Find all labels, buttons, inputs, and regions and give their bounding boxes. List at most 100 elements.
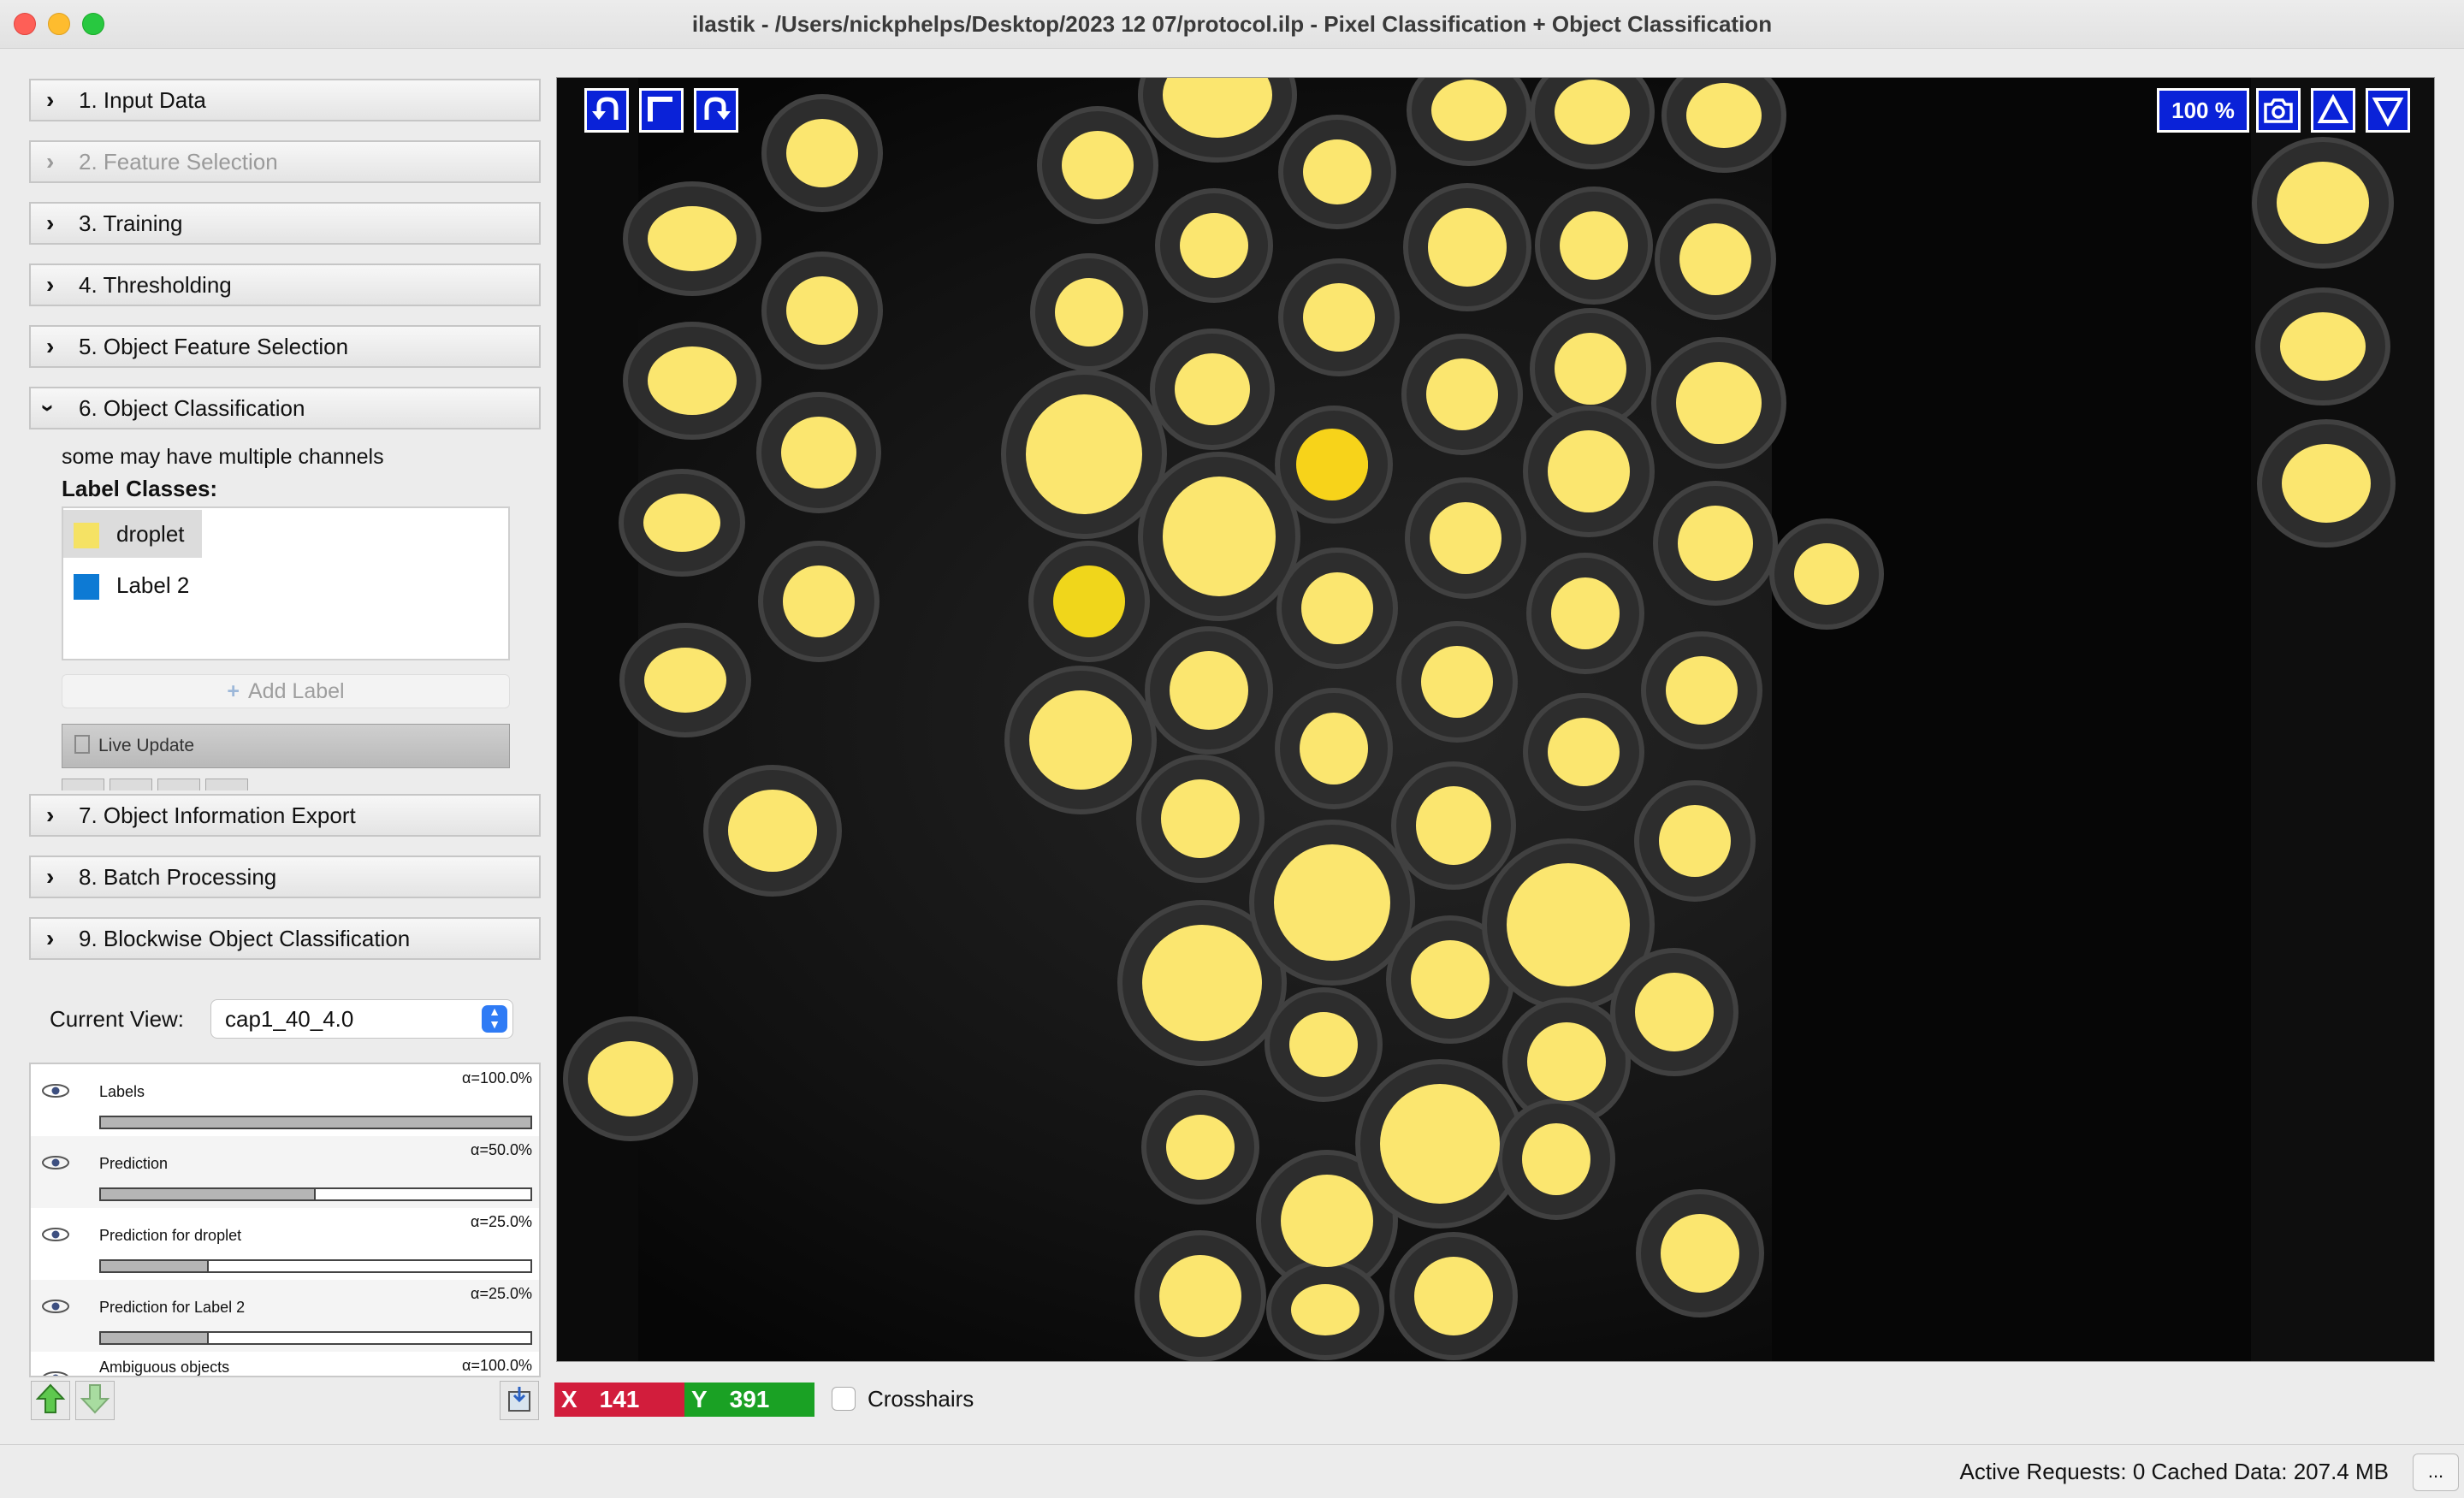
- droplet-object[interactable]: [1300, 713, 1368, 785]
- droplet-object[interactable]: [1507, 863, 1630, 986]
- eye-icon[interactable]: [41, 1227, 70, 1242]
- move-layer-down-button[interactable]: [75, 1381, 115, 1420]
- applet-blockwise-object-classification[interactable]: › 9. Blockwise Object Classification: [29, 917, 541, 960]
- image-viewer[interactable]: 100 %: [556, 77, 2435, 1362]
- crosshairs-toggle[interactable]: Crosshairs: [832, 1386, 974, 1412]
- droplet-object[interactable]: [1029, 690, 1132, 790]
- move-layer-up-button[interactable]: [31, 1381, 70, 1420]
- droplet-object[interactable]: [2280, 312, 2366, 381]
- layer-row-prediction-label-2[interactable]: Prediction for Label 2 α=25.0%: [31, 1280, 539, 1352]
- label-color-swatch[interactable]: [74, 523, 99, 548]
- applet-input-data[interactable]: › 1. Input Data: [29, 79, 541, 121]
- slice-down-button[interactable]: [2366, 88, 2410, 133]
- droplet-object[interactable]: [1303, 139, 1371, 204]
- droplet-object[interactable]: [728, 790, 817, 872]
- export-layer-button[interactable]: [500, 1381, 539, 1420]
- droplet-object[interactable]: [648, 206, 737, 271]
- droplet-object[interactable]: [1426, 358, 1498, 430]
- droplet-object[interactable]: [1161, 779, 1240, 858]
- undo-button[interactable]: [584, 88, 629, 133]
- snapshot-button[interactable]: [2256, 88, 2301, 133]
- redo-button[interactable]: [694, 88, 738, 133]
- eraser-tool-button[interactable]: [157, 779, 200, 790]
- eye-icon[interactable]: [41, 1155, 70, 1170]
- droplet-object[interactable]: [1055, 278, 1123, 346]
- clear-tool-button[interactable]: [205, 779, 248, 790]
- layer-row-prediction[interactable]: Prediction α=50.0%: [31, 1136, 539, 1208]
- droplet-object[interactable]: [1548, 718, 1620, 786]
- droplet-object[interactable]: [1411, 940, 1490, 1019]
- droplet-object[interactable]: [588, 1041, 673, 1116]
- arrow-tool-button[interactable]: [62, 779, 104, 790]
- droplet-object[interactable]: [1163, 477, 1276, 596]
- droplet-object[interactable]: [1289, 1012, 1358, 1077]
- droplet-object[interactable]: [1794, 543, 1859, 605]
- droplet-object[interactable]: [1666, 656, 1738, 725]
- droplet-object[interactable]: [1414, 1257, 1493, 1335]
- droplet-object[interactable]: [786, 119, 858, 187]
- droplet-object[interactable]: [783, 565, 855, 637]
- applet-object-feature-selection[interactable]: › 5. Object Feature Selection: [29, 325, 541, 368]
- droplet-object[interactable]: [1416, 786, 1491, 865]
- droplet-object[interactable]: [1142, 925, 1262, 1041]
- droplet-object[interactable]: [1175, 353, 1250, 425]
- fit-view-button[interactable]: [639, 88, 684, 133]
- droplet-object[interactable]: [1522, 1123, 1590, 1195]
- droplet-object[interactable]: [2282, 444, 2371, 523]
- droplet-object[interactable]: [1430, 502, 1502, 574]
- droplet-object[interactable]: [1170, 651, 1248, 730]
- droplet-object[interactable]: [1678, 506, 1753, 581]
- droplet-object[interactable]: [786, 276, 858, 345]
- droplet-object[interactable]: [1635, 973, 1714, 1051]
- droplet-object[interactable]: [1676, 362, 1762, 444]
- applet-object-classification[interactable]: › 6. Object Classification: [29, 387, 541, 429]
- applet-object-information-export[interactable]: › 7. Object Information Export: [29, 794, 541, 837]
- droplet-object[interactable]: [1551, 577, 1620, 649]
- droplet-object[interactable]: [1659, 805, 1731, 877]
- live-update-button[interactable]: Live Update: [62, 724, 510, 768]
- droplet-object[interactable]: [2277, 162, 2369, 244]
- droplet-object[interactable]: [1560, 211, 1628, 280]
- applet-training[interactable]: › 3. Training: [29, 202, 541, 245]
- droplet-object[interactable]: [1428, 208, 1507, 287]
- droplet-object[interactable]: [1274, 844, 1390, 961]
- droplet-object[interactable]: [643, 494, 720, 552]
- droplet-object[interactable]: [1661, 1214, 1739, 1293]
- droplet-object[interactable]: [1686, 83, 1762, 148]
- droplet-object[interactable]: [1555, 333, 1626, 405]
- droplet-object[interactable]: [1679, 223, 1751, 295]
- zoom-level-button[interactable]: 100 %: [2157, 88, 2249, 133]
- current-view-select[interactable]: cap1_40_4.0 ▲ ▼: [210, 999, 513, 1039]
- label-color-swatch[interactable]: [74, 574, 99, 600]
- applet-thresholding[interactable]: › 4. Thresholding: [29, 263, 541, 306]
- layer-row-ambiguous-objects[interactable]: Ambiguous objects α=100.0%: [31, 1352, 539, 1377]
- crosshairs-checkbox[interactable]: [832, 1387, 856, 1411]
- layer-opacity-bar[interactable]: [99, 1187, 532, 1201]
- slice-up-button[interactable]: [2311, 88, 2355, 133]
- status-more-button[interactable]: ...: [2413, 1454, 2459, 1491]
- add-label-button[interactable]: + Add Label: [62, 674, 510, 708]
- layer-row-labels[interactable]: Labels α=100.0%: [31, 1064, 539, 1136]
- droplet-object[interactable]: [1062, 131, 1134, 199]
- droplet-object[interactable]: [1527, 1022, 1606, 1101]
- eye-icon[interactable]: [41, 1083, 70, 1098]
- droplet-object[interactable]: [1431, 80, 1507, 141]
- droplet-object[interactable]: [1421, 646, 1493, 718]
- layer-opacity-bar[interactable]: [99, 1116, 532, 1129]
- layer-opacity-bar[interactable]: [99, 1259, 532, 1273]
- droplet-object[interactable]: [1303, 283, 1375, 352]
- droplet-object[interactable]: [644, 648, 726, 713]
- droplet-object[interactable]: [1301, 572, 1373, 644]
- droplet-object[interactable]: [1291, 1284, 1359, 1335]
- droplet-object[interactable]: [1281, 1175, 1373, 1267]
- layer-opacity-bar[interactable]: [99, 1331, 532, 1345]
- layer-row-prediction-droplet[interactable]: Prediction for droplet α=25.0%: [31, 1208, 539, 1280]
- droplet-object[interactable]: [1555, 80, 1630, 145]
- droplet-object[interactable]: [781, 417, 856, 488]
- eye-icon[interactable]: [41, 1299, 70, 1314]
- droplet-object[interactable]: [1166, 1115, 1235, 1180]
- selected-droplet-object[interactable]: [1296, 429, 1368, 500]
- droplet-object[interactable]: [1026, 394, 1142, 514]
- droplet-object[interactable]: [1380, 1084, 1500, 1204]
- eye-icon[interactable]: [41, 1371, 70, 1377]
